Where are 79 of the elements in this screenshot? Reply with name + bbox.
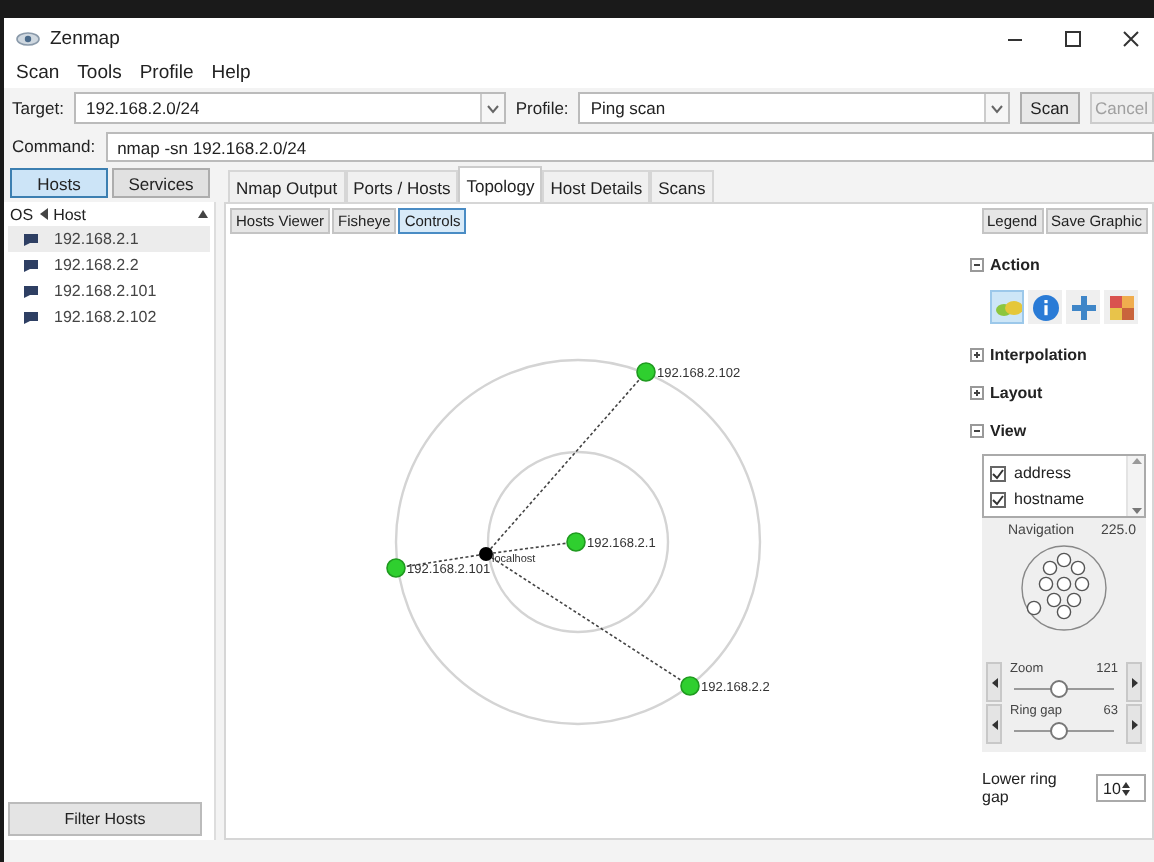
field-label: Target:	[12, 98, 64, 118]
expand-icon	[970, 386, 984, 400]
menu-item[interactable]: Scan	[16, 62, 60, 84]
dropdown-caret-icon	[485, 103, 500, 113]
tab[interactable]: Topology	[458, 166, 543, 202]
sort-arrow-icon	[198, 210, 208, 218]
increase-button[interactable]	[1126, 704, 1142, 744]
connection-line	[405, 554, 480, 568]
host-row[interactable]: 192.168.2.101	[8, 278, 210, 304]
checkbox[interactable]	[990, 491, 1006, 507]
slider-thumb[interactable]	[1050, 680, 1068, 698]
increase-button[interactable]	[1126, 662, 1142, 702]
view-toggle[interactable]: Services	[112, 168, 210, 198]
host-node[interactable]	[386, 558, 406, 578]
host-node[interactable]	[680, 676, 700, 696]
plus-icon	[1069, 293, 1097, 321]
check-icon	[992, 467, 1004, 479]
left-arrow-icon	[991, 677, 997, 687]
tab[interactable]: Host Details	[542, 170, 651, 202]
host-row[interactable]: 192.168.2.2	[8, 252, 210, 278]
action-button[interactable]	[1028, 290, 1062, 324]
filter-hosts-button[interactable]: Filter Hosts	[8, 802, 202, 836]
menu-item[interactable]: Help	[211, 62, 251, 84]
scroll-up-icon	[1131, 458, 1141, 464]
maximize-icon	[1063, 29, 1081, 47]
right-arrow-icon	[1131, 719, 1137, 729]
section-header[interactable]: Interpolation	[970, 336, 1146, 374]
column-header[interactable]: Host	[53, 205, 87, 223]
decrease-button[interactable]	[986, 662, 1002, 702]
host-row[interactable]: 192.168.2.102	[8, 304, 210, 330]
target-field[interactable]: 192.168.2.0/24	[74, 92, 506, 124]
profile-dropdown[interactable]: Ping scan	[578, 92, 1011, 124]
slider-thumb[interactable]	[1050, 722, 1068, 740]
section-header[interactable]: Action	[970, 246, 1146, 284]
window-title: Zenmap	[50, 27, 122, 49]
section-header[interactable]: Layout	[970, 374, 1146, 412]
eye-icon	[16, 31, 40, 45]
collapse-icon	[970, 258, 984, 272]
tab[interactable]: Nmap Output	[228, 170, 346, 202]
command-field[interactable]: nmap -sn 192.168.2.0/24	[105, 131, 1154, 161]
view-toggle[interactable]: Hosts	[10, 168, 108, 198]
tab[interactable]: Scans	[650, 170, 714, 202]
scroll-down-icon	[1131, 508, 1141, 514]
action-button[interactable]	[1066, 290, 1100, 324]
slider-track[interactable]	[1014, 722, 1114, 740]
expand-icon	[970, 348, 984, 362]
field-label: Lower ring gap	[982, 770, 1059, 806]
local-node[interactable]	[479, 547, 493, 561]
host-row[interactable]: 192.168.2.1	[8, 226, 210, 252]
spin-up-icon	[1122, 781, 1131, 787]
palette-icon	[1107, 293, 1135, 321]
close-icon	[1121, 29, 1139, 47]
check-icon	[992, 493, 1004, 505]
tab[interactable]: Ports / Hosts	[345, 170, 459, 202]
section-header[interactable]: View	[970, 412, 1146, 450]
field-label: Command:	[12, 136, 96, 156]
slider-track[interactable]	[1014, 680, 1114, 698]
info-icon	[1031, 293, 1059, 321]
action-button[interactable]	[1104, 290, 1138, 324]
menu-item[interactable]: Profile	[139, 62, 194, 84]
option-label: hostname	[1014, 490, 1085, 508]
scrollbar[interactable]	[1126, 456, 1144, 516]
navigation-drawing	[1016, 544, 1112, 632]
left-arrow-icon	[991, 719, 997, 729]
host-node[interactable]	[636, 362, 656, 382]
column-header[interactable]: OS	[10, 205, 34, 223]
scan-button[interactable]: Scan	[1020, 92, 1080, 124]
field-label: Profile:	[515, 98, 569, 118]
right-arrow-icon	[1131, 677, 1137, 687]
menu-item[interactable]: Tools	[77, 62, 122, 84]
spin-down-icon	[1122, 789, 1131, 795]
dropdown-caret-icon	[990, 103, 1005, 113]
collapse-icon	[970, 424, 984, 438]
checkbox[interactable]	[990, 465, 1006, 481]
option-label: address	[1014, 464, 1071, 482]
column-separator-arrow-icon	[39, 208, 48, 220]
spin-field[interactable]: 10	[1095, 774, 1146, 802]
decrease-button[interactable]	[986, 704, 1002, 744]
host-node[interactable]	[566, 532, 586, 552]
